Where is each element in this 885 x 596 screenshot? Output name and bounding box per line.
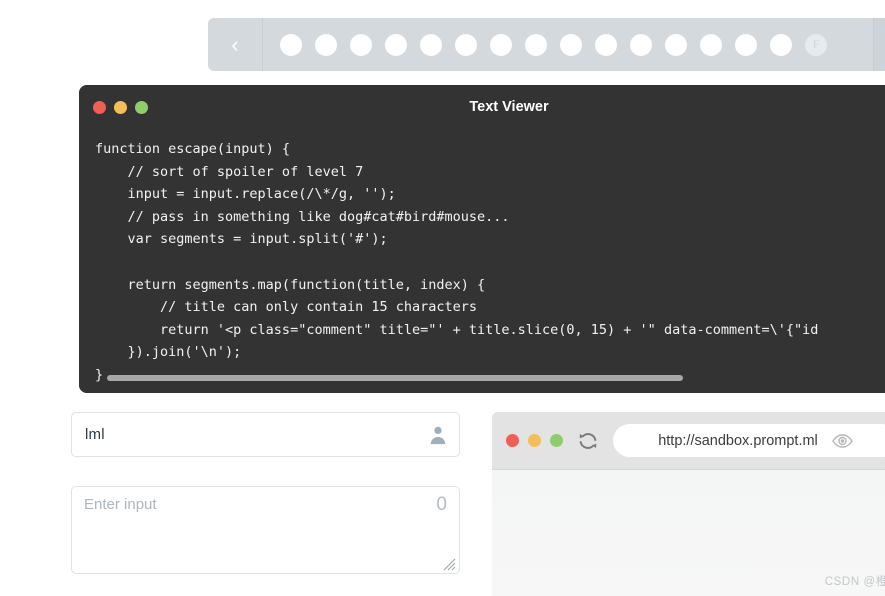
top-nav-bar: ‹ F › [208,18,885,71]
close-window-button[interactable] [93,101,106,114]
browser-minimize-button[interactable] [528,434,541,447]
watermark: CSDN @橙栎 [824,576,885,588]
eye-icon[interactable] [831,433,853,448]
browser-content-area: CSDN @橙栎 [492,469,885,596]
refresh-icon[interactable] [577,430,599,452]
dot-item[interactable] [490,33,512,56]
dot-item[interactable] [315,33,337,56]
maximize-window-button[interactable] [135,101,148,114]
text-viewer-titlebar: Text Viewer [79,85,885,130]
screen-root: ‹ F › [0,0,885,596]
url-bar[interactable]: http://sandbox.prompt.ml [613,424,885,457]
dot-item[interactable] [770,33,792,56]
dot-item[interactable] [385,33,407,56]
code-area: function escape(input) { // sort of spoi… [79,130,885,393]
dot-item[interactable] [700,33,722,56]
minimize-window-button[interactable] [114,101,127,114]
dot-item[interactable] [630,33,652,56]
person-icon [427,424,449,446]
name-input-wrapper[interactable]: lml [71,412,460,457]
url-text[interactable]: http://sandbox.prompt.ml [658,433,818,449]
text-viewer-title: Text Viewer [469,99,549,115]
dot-item[interactable] [735,33,757,56]
code-hscrollbar-thumb[interactable] [107,375,683,381]
dots-track[interactable]: F [263,18,873,71]
code-hscrollbar-track[interactable] [93,375,885,387]
dot-item[interactable] [560,33,582,56]
browser-maximize-button[interactable] [550,434,563,447]
dot-item[interactable] [595,33,617,56]
dot-item[interactable] [455,33,477,56]
nav-prev-button[interactable]: ‹ [208,18,263,71]
textarea-top-row: Enter input 0 [84,494,447,515]
sandbox-browser-panel: http://sandbox.prompt.ml CSDN @橙栎 [492,412,885,596]
character-counter: 0 [436,494,447,515]
window-controls [93,101,148,114]
textarea-placeholder: Enter input [84,496,157,513]
chevron-left-icon: ‹ [231,31,239,57]
dot-item[interactable] [525,33,547,56]
dot-item[interactable] [665,33,687,56]
dot-item[interactable] [280,33,302,56]
browser-chrome: http://sandbox.prompt.ml [492,412,885,469]
dot-item[interactable] [420,33,442,56]
name-input-value[interactable]: lml [85,426,427,443]
resize-grip-icon[interactable] [441,556,456,571]
dot-item-f[interactable]: F [805,33,827,56]
nav-next-button[interactable]: › [873,18,885,71]
text-viewer-window: Text Viewer function escape(input) { // … [79,85,885,393]
input-textarea-wrapper[interactable]: Enter input 0 [71,486,460,574]
browser-window-controls [506,434,563,447]
browser-close-button[interactable] [506,434,519,447]
code-content: function escape(input) { // sort of spoi… [95,141,819,383]
dot-item[interactable] [350,33,372,56]
